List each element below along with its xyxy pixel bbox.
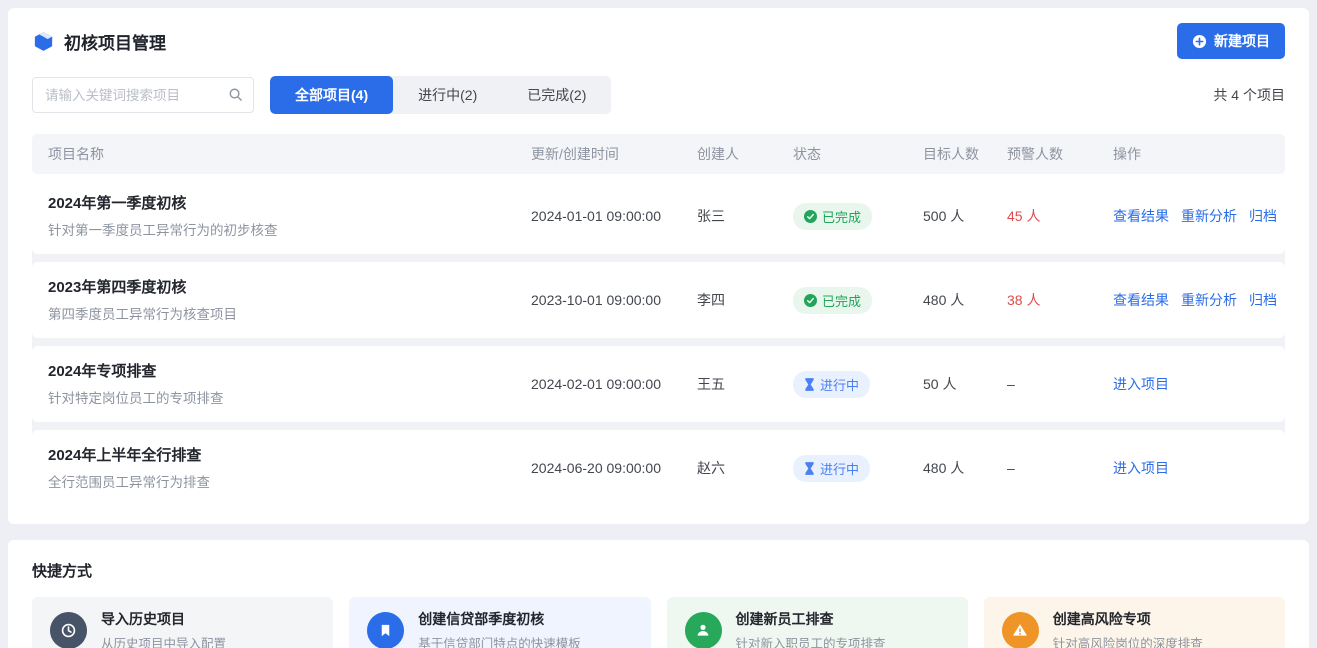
total-projects-count: 共 4 个项目 bbox=[1213, 85, 1285, 105]
col-status: 状态 bbox=[785, 144, 915, 164]
project-time: 2024-01-01 09:00:00 bbox=[523, 208, 689, 224]
search-box bbox=[32, 77, 254, 113]
archive-link[interactable]: 归档 bbox=[1249, 290, 1277, 310]
status-badge: 已完成 bbox=[793, 287, 872, 314]
reanalyze-link[interactable]: 重新分析 bbox=[1181, 290, 1237, 310]
project-time: 2023-10-01 09:00:00 bbox=[523, 292, 689, 308]
shortcuts-title: 快捷方式 bbox=[32, 560, 1285, 581]
enter-project-link[interactable]: 进入项目 bbox=[1113, 458, 1169, 478]
project-time: 2024-02-01 09:00:00 bbox=[523, 376, 689, 392]
shortcut-card-subtitle: 基于信贷部门特点的快速模板 bbox=[418, 633, 581, 648]
col-target-count: 目标人数 bbox=[915, 144, 999, 164]
project-creator: 张三 bbox=[689, 206, 785, 226]
new-employee-icon bbox=[685, 612, 722, 648]
shortcut-card-title: 创建信贷部季度初核 bbox=[418, 609, 581, 629]
table-row: 2024年专项排查 针对特定岗位员工的专项排查 2024-02-01 09:00… bbox=[32, 346, 1285, 422]
hourglass-icon bbox=[804, 378, 815, 391]
status-badge: 进行中 bbox=[793, 371, 870, 398]
shortcut-card-title: 创建新员工排查 bbox=[736, 609, 886, 629]
target-count: 480 人 bbox=[915, 290, 999, 310]
shortcut-high-risk[interactable]: 创建高风险专项 针对高风险岗位的深度排查 bbox=[984, 597, 1285, 648]
project-name: 2023年第四季度初核 bbox=[48, 277, 523, 300]
col-actions: 操作 bbox=[1105, 144, 1277, 164]
project-desc: 全行范围员工异常行为排查 bbox=[48, 471, 523, 491]
project-desc: 针对第一季度员工异常行为的初步核查 bbox=[48, 219, 523, 239]
project-creator: 赵六 bbox=[689, 458, 785, 478]
reanalyze-link[interactable]: 重新分析 bbox=[1181, 206, 1237, 226]
shortcut-new-employee[interactable]: 创建新员工排查 针对新入职员工的专项排查 bbox=[667, 597, 968, 648]
warning-count: – bbox=[999, 460, 1105, 476]
target-count: 50 人 bbox=[915, 374, 999, 394]
table-header: 项目名称 更新/创建时间 创建人 状态 目标人数 预警人数 操作 bbox=[32, 134, 1285, 174]
project-list: 2024年第一季度初核 针对第一季度员工异常行为的初步核查 2024-01-01… bbox=[32, 178, 1285, 506]
shortcuts-panel: 快捷方式 导入历史项目 从历史项目中导入配置 创建信贷部季度初核 基于信贷部门特… bbox=[8, 540, 1309, 648]
shortcut-card-subtitle: 从历史项目中导入配置 bbox=[101, 633, 226, 648]
table-row: 2023年第四季度初核 第四季度员工异常行为核查项目 2023-10-01 09… bbox=[32, 262, 1285, 338]
check-circle-icon bbox=[804, 294, 817, 307]
project-desc: 第四季度员工异常行为核查项目 bbox=[48, 303, 523, 323]
search-input[interactable] bbox=[32, 77, 254, 113]
tab-all-projects[interactable]: 全部项目(4) bbox=[270, 76, 393, 114]
table-row: 2024年第一季度初核 针对第一季度员工异常行为的初步核查 2024-01-01… bbox=[32, 178, 1285, 254]
bookmark-icon bbox=[367, 612, 404, 648]
project-creator: 李四 bbox=[689, 290, 785, 310]
warning-count: 45 人 bbox=[999, 206, 1105, 226]
page-title: 初核项目管理 bbox=[64, 29, 166, 54]
shortcut-cards: 导入历史项目 从历史项目中导入配置 创建信贷部季度初核 基于信贷部门特点的快速模… bbox=[32, 597, 1285, 648]
main-panel: 初核项目管理 新建项目 全部项目(4) 进行中(2) 已完成(2 bbox=[8, 8, 1309, 524]
project-name: 2024年第一季度初核 bbox=[48, 193, 523, 216]
new-project-button[interactable]: 新建项目 bbox=[1177, 23, 1285, 59]
search-icon bbox=[228, 87, 243, 107]
new-project-label: 新建项目 bbox=[1214, 31, 1270, 51]
target-count: 500 人 bbox=[915, 206, 999, 226]
warning-count: 38 人 bbox=[999, 290, 1105, 310]
tab-in-progress[interactable]: 进行中(2) bbox=[393, 76, 502, 114]
table-row: 2024年上半年全行排查 全行范围员工异常行为排查 2024-06-20 09:… bbox=[32, 430, 1285, 506]
shortcut-card-subtitle: 针对高风险岗位的深度排查 bbox=[1053, 633, 1203, 648]
archive-link[interactable]: 归档 bbox=[1249, 206, 1277, 226]
filter-tabs: 全部项目(4) 进行中(2) 已完成(2) bbox=[270, 76, 611, 114]
page-header: 初核项目管理 新建项目 bbox=[32, 22, 1285, 60]
warning-count: – bbox=[999, 376, 1105, 392]
warning-icon bbox=[1002, 612, 1039, 648]
view-results-link[interactable]: 查看结果 bbox=[1113, 206, 1169, 226]
project-name: 2024年上半年全行排查 bbox=[48, 445, 523, 468]
shortcut-card-title: 创建高风险专项 bbox=[1053, 609, 1203, 629]
shortcut-card-subtitle: 针对新入职员工的专项排查 bbox=[736, 633, 886, 648]
col-warning-count: 预警人数 bbox=[999, 144, 1105, 164]
tab-completed[interactable]: 已完成(2) bbox=[502, 76, 611, 114]
project-name: 2024年专项排查 bbox=[48, 361, 523, 384]
shortcut-card-title: 导入历史项目 bbox=[101, 609, 226, 629]
toolbar: 全部项目(4) 进行中(2) 已完成(2) 共 4 个项目 bbox=[32, 76, 1285, 114]
plus-circle-icon bbox=[1192, 34, 1207, 49]
enter-project-link[interactable]: 进入项目 bbox=[1113, 374, 1169, 394]
project-creator: 王五 bbox=[689, 374, 785, 394]
view-results-link[interactable]: 查看结果 bbox=[1113, 290, 1169, 310]
target-count: 480 人 bbox=[915, 458, 999, 478]
hourglass-icon bbox=[804, 462, 815, 475]
project-time: 2024-06-20 09:00:00 bbox=[523, 460, 689, 476]
col-project-name: 项目名称 bbox=[40, 144, 523, 164]
col-update-time: 更新/创建时间 bbox=[523, 144, 689, 164]
status-badge: 已完成 bbox=[793, 203, 872, 230]
project-desc: 针对特定岗位员工的专项排查 bbox=[48, 387, 523, 407]
status-badge: 进行中 bbox=[793, 455, 870, 482]
shortcut-credit-quarterly[interactable]: 创建信贷部季度初核 基于信贷部门特点的快速模板 bbox=[349, 597, 650, 648]
shortcut-import-history[interactable]: 导入历史项目 从历史项目中导入配置 bbox=[32, 597, 333, 648]
app-cube-icon bbox=[32, 30, 55, 53]
col-creator: 创建人 bbox=[689, 144, 785, 164]
clock-icon bbox=[50, 612, 87, 648]
check-circle-icon bbox=[804, 210, 817, 223]
